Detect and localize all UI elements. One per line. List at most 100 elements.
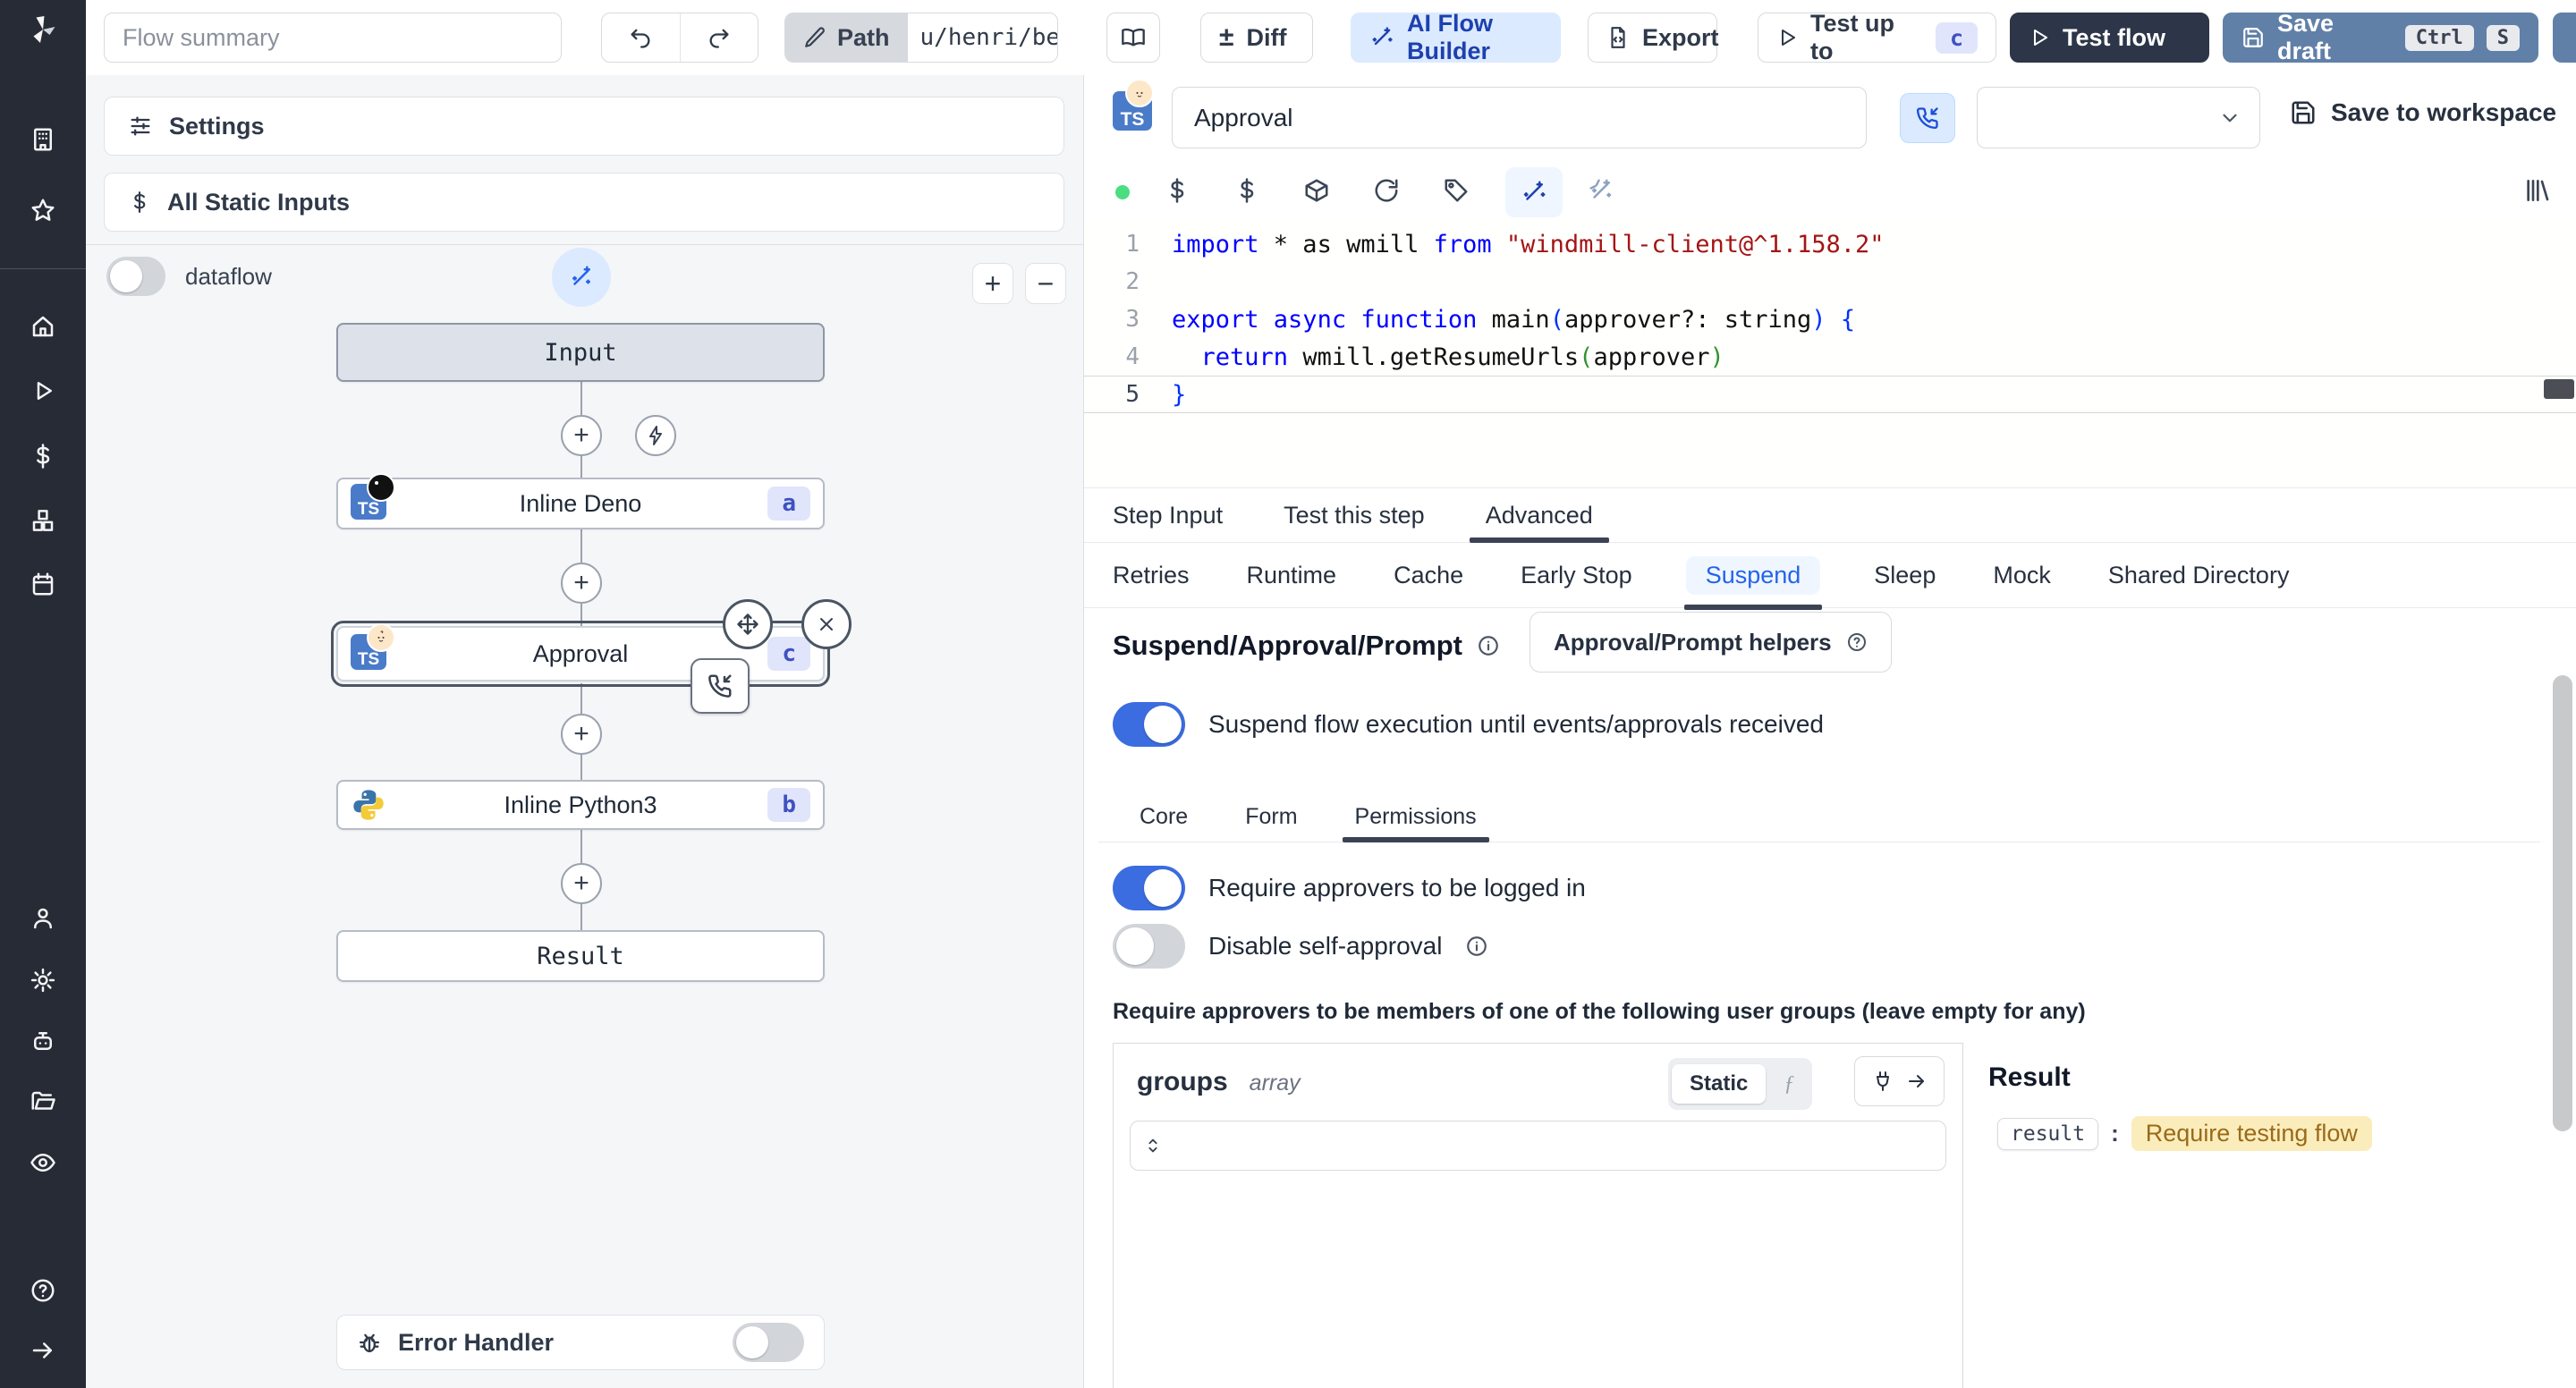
toolbar-overflow-button[interactable] xyxy=(2553,13,2576,63)
play-icon xyxy=(1782,30,1795,46)
chevron-down-icon xyxy=(2223,114,2237,122)
windmill-flow-editor: Path u/henri/bes ± Diff AI Flow Builder … xyxy=(0,0,2576,1388)
flow-settings-button[interactable]: Settings xyxy=(104,97,1064,156)
panel-scrollbar-thumb[interactable] xyxy=(2553,675,2572,1131)
flow-node-input[interactable]: Input xyxy=(336,323,825,382)
groups-value-input[interactable] xyxy=(1130,1121,1946,1171)
collapse-arrow-icon[interactable] xyxy=(22,1330,64,1371)
flow-node-deno[interactable]: TS Inline Deno a xyxy=(336,473,825,529)
tab-advanced[interactable]: Advanced xyxy=(1469,488,1609,543)
test-flow-button[interactable]: Test flow xyxy=(2010,13,2209,63)
require-login-toggle[interactable] xyxy=(1113,866,1185,910)
info-icon[interactable] xyxy=(1477,634,1500,657)
windmill-logo-icon[interactable] xyxy=(22,9,64,50)
tab-permissions[interactable]: Permissions xyxy=(1342,791,1489,842)
tab-early-stop[interactable]: Early Stop xyxy=(1517,543,1636,607)
script-version-select[interactable] xyxy=(1977,87,2260,148)
dollar-icon xyxy=(134,191,146,213)
zoom-out-button[interactable]: − xyxy=(1025,263,1066,304)
folders-icon[interactable] xyxy=(22,1081,64,1122)
code-editor[interactable]: 1 import * as wmill from "windmill-client… xyxy=(1084,219,2576,487)
editor-reload-button[interactable] xyxy=(1373,177,1400,208)
export-button[interactable]: Export xyxy=(1588,13,1719,63)
save-to-workspace-button[interactable]: Save to workspace xyxy=(2290,98,2556,127)
editor-scrollbar-thumb[interactable] xyxy=(2544,379,2574,399)
favorites-star-icon[interactable] xyxy=(22,190,64,231)
redo-button[interactable] xyxy=(681,13,758,62)
tab-sleep[interactable]: Sleep xyxy=(1870,543,1939,607)
error-handler-toggle[interactable] xyxy=(733,1323,804,1362)
resources-boxes-icon[interactable] xyxy=(22,500,64,541)
tab-shared-directory[interactable]: Shared Directory xyxy=(2105,543,2293,607)
code-line[interactable]: 1 import * as wmill from "windmill-client… xyxy=(1084,225,2576,263)
help-icon[interactable] xyxy=(22,1270,64,1311)
flow-node-python[interactable]: Inline Python3 b xyxy=(336,780,825,830)
delete-node-button[interactable] xyxy=(801,599,852,649)
tab-core[interactable]: Core xyxy=(1136,791,1191,842)
editor-vars-button[interactable] xyxy=(1233,177,1260,208)
undo-button[interactable] xyxy=(602,13,681,62)
add-trigger-button[interactable] xyxy=(635,415,676,456)
schedules-calendar-icon[interactable] xyxy=(22,563,64,605)
insert-step-button-3[interactable]: + xyxy=(561,714,602,755)
save-draft-label: Save draft xyxy=(2277,10,2334,64)
home-icon[interactable] xyxy=(22,306,64,347)
tab-suspend[interactable]: Suspend xyxy=(1683,555,1823,610)
editor-library-button[interactable] xyxy=(2522,176,2551,209)
static-mode-button[interactable]: Static xyxy=(1672,1064,1767,1104)
test-up-to-button[interactable]: Test up to c xyxy=(1758,10,1996,64)
workers-bot-icon[interactable] xyxy=(22,1020,64,1062)
suspend-flow-toggle[interactable] xyxy=(1113,702,1185,747)
all-static-inputs-button[interactable]: All Static Inputs xyxy=(104,173,1064,232)
flow-node-result[interactable]: Result xyxy=(336,930,825,982)
users-icon[interactable] xyxy=(22,898,64,939)
code-line[interactable]: 3 export async function main(approver?: s… xyxy=(1084,300,2576,338)
arrow-right-icon[interactable] xyxy=(1906,1071,1928,1092)
disable-self-approval-toggle[interactable] xyxy=(1113,924,1185,969)
tab-step-input[interactable]: Step Input xyxy=(1109,488,1226,542)
move-node-handle[interactable] xyxy=(723,599,773,649)
code-line[interactable]: 5} xyxy=(1084,376,2576,413)
tab-cache[interactable]: Cache xyxy=(1390,543,1467,607)
zoom-in-button[interactable]: + xyxy=(972,263,1013,304)
code-line[interactable]: 2 xyxy=(1084,263,2576,300)
editor-ai-sparkles-button[interactable] xyxy=(1588,177,1614,208)
tab-runtime[interactable]: Runtime xyxy=(1243,543,1341,607)
insert-step-button-4[interactable]: + xyxy=(561,863,602,904)
code-line[interactable]: 4 return wmill.getResumeUrls(approver) xyxy=(1084,338,2576,376)
tab-form[interactable]: Form xyxy=(1241,791,1301,842)
settings-gear-icon[interactable] xyxy=(22,960,64,1001)
fx-mode-button[interactable]: ƒ xyxy=(1769,1067,1809,1102)
tab-test-this-step[interactable]: Test this step xyxy=(1280,488,1428,542)
dataflow-toggle[interactable] xyxy=(106,257,165,296)
step-name-input[interactable] xyxy=(1172,87,1867,148)
ai-flow-builder-button[interactable]: AI Flow Builder xyxy=(1351,10,1561,64)
path-control[interactable]: Path u/henri/bes xyxy=(784,13,1058,63)
save-draft-button[interactable]: Save draft Ctrl S xyxy=(2223,10,2538,64)
info-icon[interactable] xyxy=(1465,935,1488,958)
result-key-chip[interactable]: result xyxy=(1997,1117,2099,1150)
error-handler-row[interactable]: Error Handler xyxy=(336,1315,825,1370)
tab-retries[interactable]: Retries xyxy=(1109,543,1193,607)
tab-mock[interactable]: Mock xyxy=(1989,543,2055,607)
plug-icon[interactable] xyxy=(1872,1071,1894,1092)
suspend-phone-button[interactable] xyxy=(1900,93,1955,143)
editor-ai-wand-button[interactable] xyxy=(1505,167,1563,217)
suspend-phone-indicator[interactable] xyxy=(691,658,750,714)
workspace-building-icon[interactable] xyxy=(22,119,64,160)
editor-assets-button[interactable] xyxy=(1164,177,1191,208)
insert-step-button-2[interactable]: + xyxy=(561,563,602,604)
flow-settings-label: Settings xyxy=(169,112,265,140)
diff-button[interactable]: ± Diff xyxy=(1200,13,1313,63)
flow-summary-input[interactable] xyxy=(104,13,562,63)
editor-tag-button[interactable] xyxy=(1443,177,1470,208)
docs-button[interactable] xyxy=(1106,13,1160,63)
audit-eye-icon[interactable] xyxy=(22,1142,64,1183)
flow-ai-wand-button[interactable] xyxy=(552,248,611,307)
editor-package-button[interactable] xyxy=(1303,177,1330,208)
variables-dollar-icon[interactable] xyxy=(22,436,64,477)
approval-prompt-helpers-button[interactable]: Approval/Prompt helpers xyxy=(1530,612,1892,673)
insert-step-button-1[interactable]: + xyxy=(561,415,602,456)
runs-play-icon[interactable] xyxy=(22,370,64,411)
book-open-icon xyxy=(1122,28,1145,47)
